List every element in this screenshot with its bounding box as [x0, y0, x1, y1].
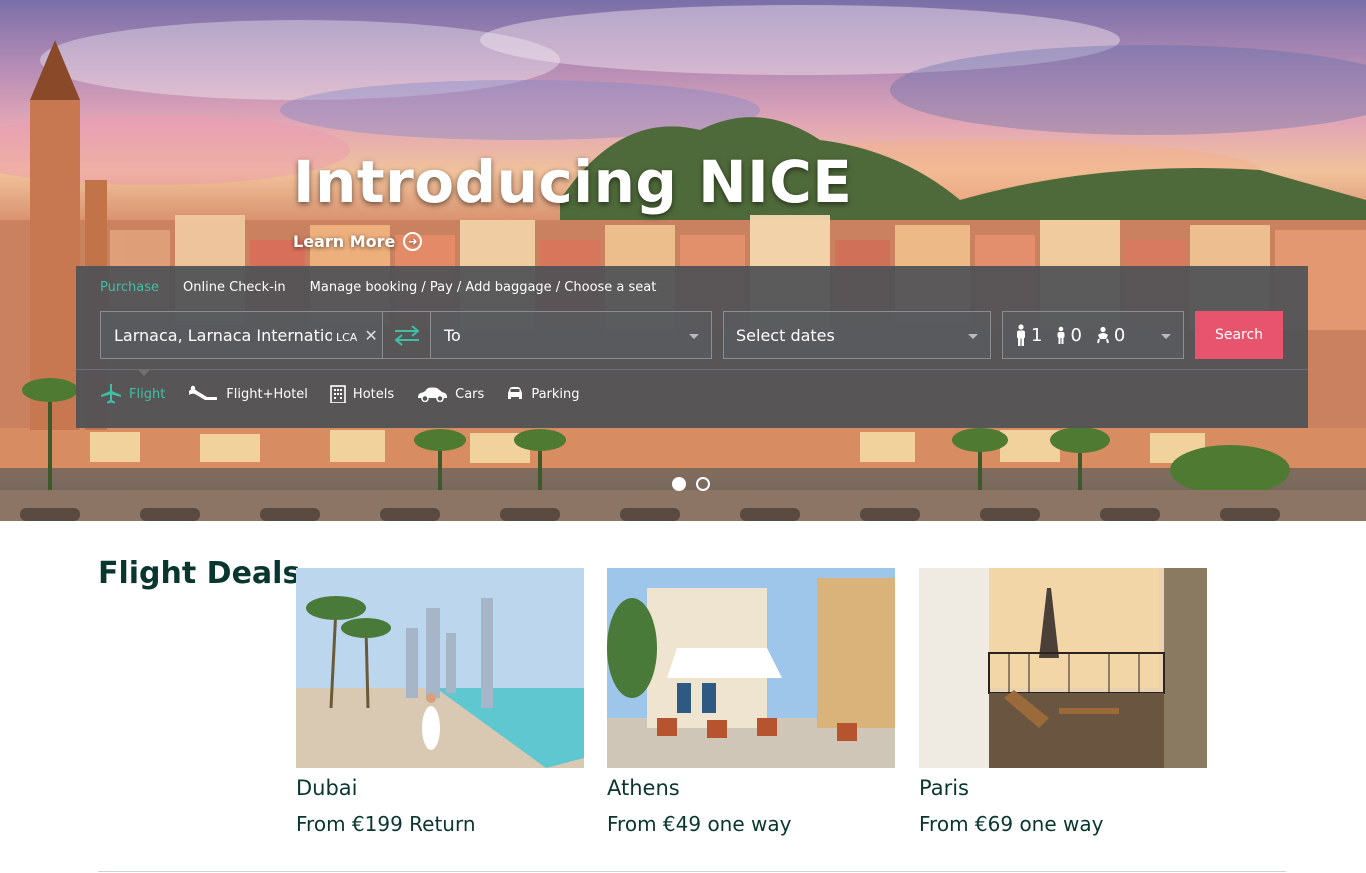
- booking-panel: Purchase Online Check-in Manage booking …: [76, 266, 1308, 428]
- deal-price: From €69 one way: [919, 812, 1104, 836]
- building-icon: [330, 385, 346, 403]
- to-field[interactable]: To: [430, 311, 712, 359]
- learn-more-link[interactable]: Learn More ➜: [293, 232, 423, 251]
- product-tabs: Flight Flight+Hotel Hotels Cars Parking: [100, 384, 580, 404]
- deal-image-athens: [607, 568, 895, 768]
- infants-count: 0: [1096, 325, 1125, 346]
- child-icon: [1057, 326, 1065, 344]
- carousel-dot-1[interactable]: [672, 477, 686, 491]
- learn-more-label: Learn More: [293, 232, 396, 251]
- infant-icon: [1096, 326, 1109, 344]
- dates-field[interactable]: Select dates: [723, 311, 991, 359]
- to-placeholder: To: [444, 325, 461, 345]
- hero-banner: Introducing NICE Learn More ➜: [0, 0, 1366, 521]
- product-flight[interactable]: Flight: [100, 384, 165, 404]
- sunbed-icon: [189, 385, 218, 400]
- booking-tabs: Purchase Online Check-in Manage booking …: [100, 280, 656, 295]
- children-count: 0: [1056, 325, 1082, 346]
- deal-card-athens[interactable]: Athens From €49 one way: [607, 568, 895, 836]
- swap-airports-button[interactable]: [383, 311, 431, 359]
- chevron-down-icon: [968, 334, 978, 339]
- from-airport-code: LCA: [336, 330, 358, 344]
- tab-online-check-in[interactable]: Online Check-in: [183, 280, 286, 295]
- dates-placeholder: Select dates: [736, 325, 835, 345]
- hero-title: Introducing NICE: [293, 148, 853, 216]
- adults-count: 1: [1015, 324, 1042, 346]
- clear-icon[interactable]: ✕: [364, 326, 377, 345]
- tab-purchase[interactable]: Purchase: [100, 280, 159, 295]
- search-button[interactable]: Search: [1195, 311, 1283, 359]
- arrow-right-circle-icon: ➜: [403, 232, 423, 251]
- section-divider: [98, 871, 1286, 872]
- chevron-down-icon: [689, 334, 699, 339]
- passengers-field[interactable]: 1 0 0: [1002, 311, 1184, 359]
- tab-manage-booking[interactable]: Manage booking / Pay / Add baggage / Cho…: [310, 280, 657, 295]
- deal-city: Dubai: [296, 776, 358, 800]
- adult-icon: [1017, 324, 1025, 346]
- swap-arrows-icon: [394, 325, 420, 346]
- product-hotels[interactable]: Hotels: [330, 384, 394, 404]
- car-icon: [418, 387, 448, 402]
- product-parking[interactable]: Parking: [506, 384, 580, 404]
- deal-card-paris[interactable]: Paris From €69 one way: [919, 568, 1207, 836]
- from-value: Larnaca, Larnaca International: [114, 325, 332, 345]
- deal-card-dubai[interactable]: Dubai From €199 Return: [296, 568, 584, 836]
- carousel-dot-2[interactable]: [696, 477, 710, 491]
- deal-city: Paris: [919, 776, 969, 800]
- hero-town-illustration: [0, 40, 1366, 521]
- parking-car-icon: [508, 387, 523, 399]
- flight-deals-title: Flight Deals: [98, 556, 301, 591]
- deal-image-dubai: [296, 568, 584, 768]
- deal-image-paris: [919, 568, 1207, 768]
- deal-price: From €199 Return: [296, 812, 476, 836]
- from-field[interactable]: Larnaca, Larnaca International LCA ✕: [100, 311, 383, 359]
- product-cars[interactable]: Cars: [416, 384, 484, 404]
- active-product-pointer: [137, 369, 151, 376]
- deal-price: From €49 one way: [607, 812, 792, 836]
- plane-icon: [101, 384, 121, 404]
- chevron-down-icon: [1161, 334, 1171, 339]
- deal-city: Athens: [607, 776, 680, 800]
- carousel-dots: [672, 477, 710, 491]
- product-flight-hotel[interactable]: Flight+Hotel: [187, 384, 308, 404]
- panel-divider: [76, 369, 1308, 370]
